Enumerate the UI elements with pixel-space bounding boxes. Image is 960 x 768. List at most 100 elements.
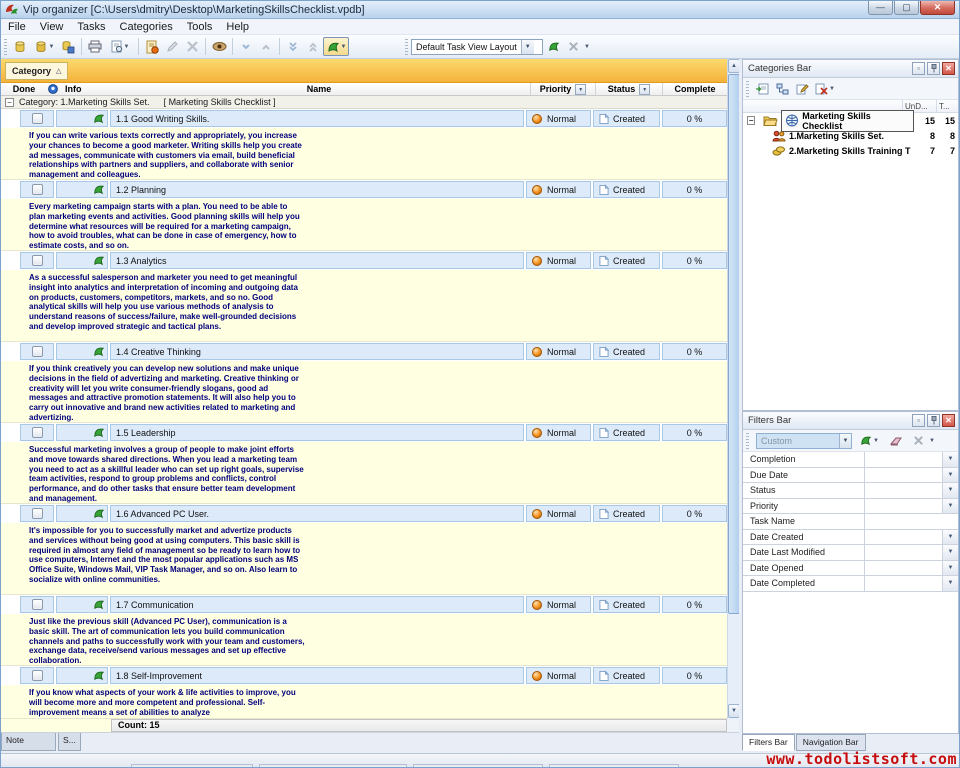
- task-row[interactable]: 1.7 CommunicationNormalCreated0 %: [1, 595, 727, 614]
- task-row[interactable]: 1.5 LeadershipNormalCreated0 %: [1, 423, 727, 442]
- category-group-row[interactable]: −Category: 1.Marketing Skills Set.[ Mark…: [1, 96, 727, 109]
- column-header-done[interactable]: Done: [1, 83, 47, 95]
- task-view-button[interactable]: ▼: [323, 37, 349, 56]
- filter-dropdown-button[interactable]: ▼: [942, 468, 958, 483]
- delete-category-button[interactable]: ▼: [812, 79, 838, 98]
- task-row[interactable]: 1.1 Good Writing Skills.NormalCreated0 %: [1, 109, 727, 128]
- task-row[interactable]: 1.3 AnalyticsNormalCreated0 %: [1, 251, 727, 270]
- task-checkbox[interactable]: [32, 427, 43, 438]
- filters-overflow-dropdown[interactable]: ▼: [929, 438, 935, 444]
- column-header-name[interactable]: Name: [108, 83, 530, 95]
- filter-value-field[interactable]: [865, 468, 942, 483]
- task-row[interactable]: 1.6 Advanced PC User.NormalCreated0 %: [1, 504, 727, 523]
- vertical-scrollbar[interactable]: ▲ ▼: [727, 59, 739, 719]
- task-checkbox[interactable]: [32, 670, 43, 681]
- filter-value-field[interactable]: [865, 514, 958, 529]
- filter-preset-combobox[interactable]: Custom ▼: [756, 433, 852, 449]
- apply-filter-button[interactable]: ▼: [856, 431, 882, 450]
- panel-float-button[interactable]: ▫: [912, 414, 925, 427]
- menu-view[interactable]: View: [33, 21, 71, 33]
- maximize-button[interactable]: ▢: [894, 1, 919, 15]
- layout-combobox[interactable]: Default Task View Layout ▼: [411, 39, 543, 55]
- menu-help[interactable]: Help: [219, 21, 256, 33]
- filter-value-field[interactable]: [865, 576, 942, 591]
- new-category-button[interactable]: [752, 79, 772, 98]
- group-by-category-tab[interactable]: Category △: [5, 62, 68, 80]
- move-down-button[interactable]: [236, 37, 256, 56]
- task-checkbox[interactable]: [32, 599, 43, 610]
- panel-close-button[interactable]: ✕: [942, 414, 955, 427]
- panel-pin-icon[interactable]: [927, 62, 940, 75]
- task-row[interactable]: 1.8 Self-ImprovementNormalCreated0 %: [1, 666, 727, 685]
- task-checkbox[interactable]: [32, 184, 43, 195]
- move-bottom-button[interactable]: [283, 37, 303, 56]
- move-top-button[interactable]: [303, 37, 323, 56]
- panel-pin-icon[interactable]: [927, 414, 940, 427]
- edit-task-button[interactable]: [162, 37, 182, 56]
- column-header-info[interactable]: Info: [59, 83, 108, 95]
- filter-dropdown-button[interactable]: ▼: [942, 530, 958, 545]
- category-tree-item[interactable]: 1.Marketing Skills Set.88: [743, 128, 958, 143]
- move-up-button[interactable]: [256, 37, 276, 56]
- delete-task-button[interactable]: [182, 37, 202, 56]
- task-checkbox[interactable]: [32, 346, 43, 357]
- remove-filter-button[interactable]: [908, 431, 928, 450]
- task-priority: Normal: [526, 505, 591, 522]
- collapse-group-icon[interactable]: −: [5, 98, 14, 107]
- column-header-total[interactable]: T...: [936, 100, 958, 112]
- category-tree-item[interactable]: −Marketing Skills Checklist1515: [743, 113, 958, 128]
- filter-value-field[interactable]: [865, 545, 942, 560]
- task-checkbox[interactable]: [32, 113, 43, 124]
- filter-dropdown-button[interactable]: ▼: [942, 452, 958, 467]
- print-preview-button[interactable]: ▼: [105, 37, 135, 56]
- new-database-button[interactable]: [10, 37, 30, 56]
- task-checkbox[interactable]: [32, 508, 43, 519]
- category-tree-item[interactable]: 2.Marketing Skills Training T77: [743, 143, 958, 158]
- new-task-button[interactable]: [142, 37, 162, 56]
- column-header-status[interactable]: Status▼: [595, 83, 662, 95]
- filter-value-field[interactable]: [865, 530, 942, 545]
- filter-dropdown-button[interactable]: ▼: [942, 576, 958, 591]
- collapse-tree-icon[interactable]: −: [747, 116, 755, 125]
- task-row[interactable]: 1.4 Creative ThinkingNormalCreated0 %: [1, 342, 727, 361]
- status-filter-dropdown[interactable]: ▼: [639, 84, 650, 95]
- tab-schedule[interactable]: S...: [58, 733, 81, 751]
- panel-close-button[interactable]: ✕: [942, 62, 955, 75]
- column-header-complete[interactable]: Complete: [662, 83, 727, 95]
- apply-layout-button[interactable]: [543, 37, 563, 56]
- filter-dropdown-button[interactable]: ▼: [942, 499, 958, 514]
- toolbar-overflow-dropdown[interactable]: ▼: [584, 44, 590, 50]
- filter-value-field[interactable]: [865, 561, 942, 576]
- save-database-button[interactable]: [58, 37, 78, 56]
- task-checkbox[interactable]: [32, 255, 43, 266]
- panel-float-button[interactable]: ▫: [912, 62, 925, 75]
- minimize-button[interactable]: —: [868, 1, 893, 15]
- layout-combobox-dropdown[interactable]: ▼: [521, 40, 534, 54]
- clear-filter-button[interactable]: [886, 431, 906, 450]
- edit-category-button[interactable]: [792, 79, 812, 98]
- close-button[interactable]: ✕: [920, 1, 955, 15]
- filter-dropdown-button[interactable]: ▼: [942, 545, 958, 560]
- tab-navigation-bar[interactable]: Navigation Bar: [796, 734, 866, 751]
- new-subcategory-button[interactable]: [772, 79, 792, 98]
- filter-value-field[interactable]: [865, 452, 942, 467]
- filter-preset-dropdown[interactable]: ▼: [839, 434, 851, 448]
- filter-value-field[interactable]: [865, 483, 942, 498]
- menu-categories[interactable]: Categories: [113, 21, 180, 33]
- view-task-button[interactable]: [209, 37, 229, 56]
- menu-tasks[interactable]: Tasks: [70, 21, 112, 33]
- column-header-priority[interactable]: Priority▼: [530, 83, 595, 95]
- priority-filter-dropdown[interactable]: ▼: [575, 84, 586, 95]
- tab-note[interactable]: Note: [1, 733, 56, 751]
- menu-file[interactable]: File: [1, 21, 33, 33]
- filter-value-field[interactable]: [865, 499, 942, 514]
- priority-column-icon[interactable]: [47, 83, 59, 95]
- filter-dropdown-button[interactable]: ▼: [942, 561, 958, 576]
- task-row[interactable]: 1.2 PlanningNormalCreated0 %: [1, 180, 727, 199]
- reset-layout-button[interactable]: [563, 37, 583, 56]
- open-database-button[interactable]: ▼: [30, 37, 58, 56]
- filter-dropdown-button[interactable]: ▼: [942, 483, 958, 498]
- menu-tools[interactable]: Tools: [180, 21, 220, 33]
- print-button[interactable]: [85, 37, 105, 56]
- tab-filters-bar[interactable]: Filters Bar: [742, 734, 795, 751]
